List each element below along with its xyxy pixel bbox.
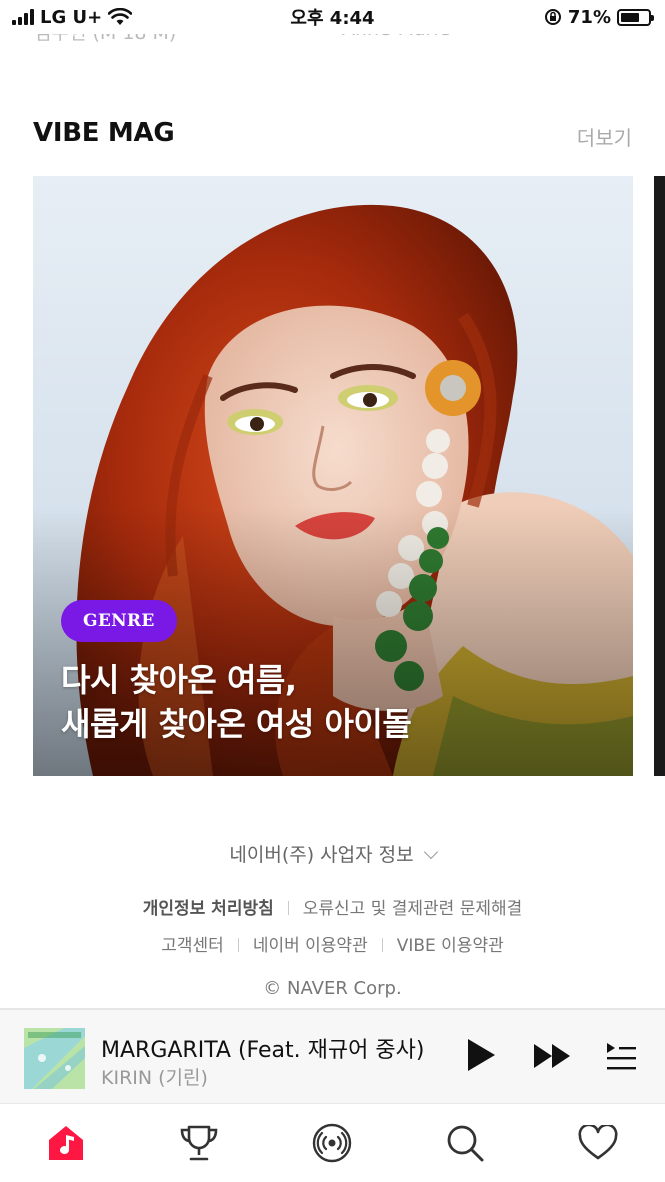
tab-station[interactable] (310, 1121, 354, 1165)
play-icon[interactable] (466, 1038, 496, 1072)
genre-badge: GENRE (61, 600, 177, 642)
headline-line-1: 다시 찾아온 여름, (61, 661, 297, 699)
naver-terms-link[interactable]: 네이버 이용약관 (253, 936, 368, 956)
tab-search[interactable] (443, 1121, 487, 1165)
footer-links-row-2: 고객센터 네이버 이용약관 VIBE 이용약관 (0, 931, 665, 956)
company-info-toggle[interactable]: 네이버(주) 사업자 정보 (0, 840, 665, 867)
playlist-icon[interactable] (605, 1042, 637, 1072)
tab-bar (0, 1105, 665, 1182)
battery-icon (617, 8, 654, 26)
trophy-icon (180, 1125, 218, 1161)
magazine-headline: 다시 찾아온 여름, 새롭게 찾아온 여성 아이돌 (61, 658, 601, 746)
divider (381, 938, 383, 952)
status-left: LG U+ (12, 6, 133, 28)
radio-broadcast-icon (312, 1123, 352, 1163)
signal-icon (12, 9, 34, 25)
divider (237, 938, 239, 952)
copyright: © NAVER Corp. (263, 978, 402, 999)
divider (287, 901, 289, 915)
battery-level (621, 12, 640, 22)
tab-today[interactable] (44, 1121, 88, 1165)
music-note-icon (49, 1126, 83, 1160)
battery-percent: 71% (567, 6, 611, 28)
headline-line-2: 새롭게 찾아온 여성 아이돌 (61, 705, 412, 743)
mini-player[interactable]: MARGARITA (Feat. 재규어 중사) KIRIN (기린) (0, 1008, 665, 1104)
search-icon (447, 1125, 484, 1162)
rotation-lock-icon (544, 9, 561, 25)
status-bar: LG U+ 오후 4:44 71% (0, 0, 665, 34)
vibe-terms-link[interactable]: VIBE 이용약관 (397, 936, 504, 956)
next-magazine-card-peek[interactable] (652, 176, 665, 776)
wifi-icon (108, 8, 133, 25)
footer-links-row-1: 개인정보 처리방침 오류신고 및 결제관련 문제해결 (0, 894, 665, 919)
status-right: 71% (544, 6, 654, 28)
section-title: VIBE MAG (33, 118, 175, 148)
privacy-policy-link[interactable]: 개인정보 처리방침 (143, 899, 274, 919)
more-link[interactable]: 더보기 (577, 122, 632, 151)
company-info-label: 네이버(주) 사업자 정보 (229, 844, 414, 866)
heart-icon (578, 1125, 618, 1160)
tab-chart[interactable] (177, 1121, 221, 1165)
track-title: MARGARITA (Feat. 재규어 중사) (101, 1038, 425, 1063)
next-track-icon[interactable] (533, 1043, 571, 1069)
chevron-down-icon (423, 844, 438, 860)
magazine-card[interactable]: GENRE 다시 찾아온 여름, 새롭게 찾아온 여성 아이돌 (33, 176, 633, 776)
track-artist: KIRIN (기린) (101, 1067, 208, 1089)
carrier-label: LG U+ (40, 6, 103, 28)
error-report-link[interactable]: 오류신고 및 결제관련 문제해결 (303, 899, 523, 919)
tab-library[interactable] (576, 1121, 620, 1165)
customer-center-link[interactable]: 고객센터 (161, 936, 224, 956)
album-art (24, 1028, 85, 1089)
